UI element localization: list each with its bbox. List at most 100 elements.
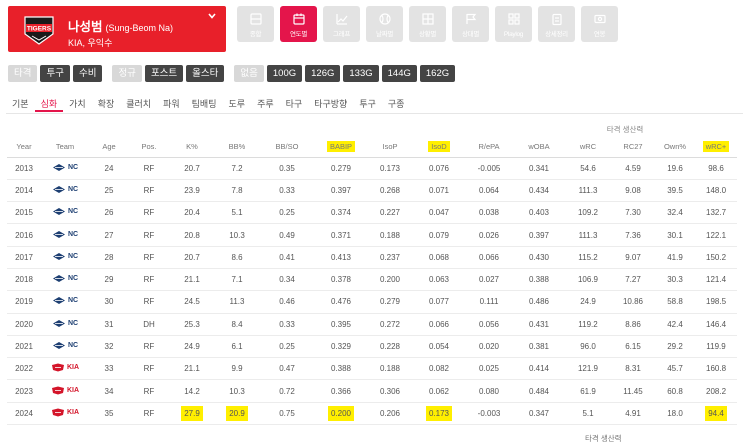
cell-rc27: 4.91 [611,402,655,426]
view-tab-7[interactable]: 상세정리 [538,6,575,42]
chevron-down-icon[interactable] [207,11,217,21]
table-row[interactable]: 2019 NC 30 RF 24.5 11.3 0.46 0.476 0.279 0.077 0.1… [7,290,738,314]
table-row[interactable]: 2016 NC 27 RF 20.8 10.3 0.49 0.371 0.188 0.079 0.0… [7,223,738,247]
table-row[interactable]: 2020 NC 31 DH 25.3 8.4 0.33 0.395 0.272 0.066 0.05… [7,313,738,336]
column-header-label: BABIP [326,141,356,153]
cell-pos: RF [129,223,169,247]
cell-value: 7.8 [231,185,243,195]
cell-wrcp: 98.6 [695,157,738,180]
subtab-9[interactable]: 타구 [280,97,309,112]
table-row[interactable]: 2021 NC 32 RF 24.9 6.1 0.25 0.329 0.228 0.054 0.02… [7,335,738,359]
cell-value: 0.47 [279,364,295,374]
column-header[interactable]: BB/SO [259,137,315,158]
filter-games-2[interactable]: 126G [305,65,341,82]
column-header[interactable]: K% [169,137,215,158]
subtab-12[interactable]: 구종 [382,97,411,112]
subtab-10[interactable]: 타구방향 [308,97,353,112]
chart-icon [335,14,347,25]
view-tab-0[interactable]: 종합 [237,6,274,42]
table-row[interactable]: 2024 KIA 35 RF 27.9 20.9 0.75 0.200 0.206 0.173 -0… [7,402,738,426]
cell-isop: 0.306 [367,379,413,403]
cell-age: 30 [89,290,129,314]
column-header[interactable]: wOBA [513,137,565,158]
subtab-6[interactable]: 팀배팅 [186,97,223,112]
cell-value: 0.378 [330,275,352,285]
cell-woba: 0.431 [513,313,565,336]
cell-k: 21.1 [169,357,215,381]
cell-bbso: 0.35 [259,157,315,180]
cell-isod: 0.173 [413,402,465,426]
column-header[interactable]: BABIP [315,137,367,158]
filter-games-3[interactable]: 133G [343,65,379,82]
cell-pos: RF [129,268,169,292]
column-header[interactable]: RC27 [611,137,655,158]
cell-wrc: 121.9 [565,357,611,381]
cell-wrc: 111.3 [565,223,611,247]
column-header[interactable]: wRC [565,137,611,158]
view-tab-4[interactable]: 상황별 [409,6,446,42]
cell-value: 0.082 [428,364,450,374]
column-header[interactable]: wRC+ [695,137,738,158]
subtab-2[interactable]: 가치 [63,97,92,112]
view-tab-1[interactable]: 연도별 [280,6,317,42]
clipboard-icon [551,13,562,26]
cell-value: -0.003 [477,408,501,418]
cell-pos: RF [129,357,169,381]
view-tab-5[interactable]: 상대별 [452,6,489,42]
subtab-8[interactable]: 주루 [251,97,280,112]
subtab-0[interactable]: 기본 [6,97,35,112]
table-row[interactable]: 2018 NC 29 RF 21.1 7.1 0.34 0.378 0.200 0.063 0.02… [7,268,738,292]
view-tab-2[interactable]: 그래프 [323,6,360,42]
cell-isod: 0.077 [413,290,465,314]
cell-isop: 0.279 [367,290,413,314]
view-tab-label: 상세정리 [545,31,568,38]
subtab-5[interactable]: 파워 [157,97,186,112]
column-header[interactable]: Team [41,137,89,158]
filter-role-0[interactable]: 타격 [8,65,38,82]
filter-season-0[interactable]: 정규 [112,65,142,82]
filter-games-1[interactable]: 100G [266,65,303,82]
subtab-1[interactable]: 심화 [34,97,64,112]
cell-k: 14.2 [169,379,215,403]
column-header[interactable]: Age [89,137,129,158]
column-header[interactable]: BB% [215,137,259,158]
filter-season-1[interactable]: 포스트 [144,65,184,82]
player-card[interactable]: TIGERS 나성범 (Sung-Beom Na) KIA, 우익수 [8,6,226,52]
filter-games-4[interactable]: 144G [381,65,417,82]
view-tab-8[interactable]: 연봉 [581,6,618,42]
subtab-divider [6,113,743,114]
grid-icon [421,13,434,25]
table-row[interactable]: 2013 NC 24 RF 20.7 7.2 0.35 0.279 0.173 0.076 -0.0… [7,157,738,180]
subtab-3[interactable]: 확장 [92,97,121,112]
cell-value: RF [143,230,155,240]
subtab-7[interactable]: 도루 [223,97,252,112]
view-tab-6[interactable]: Playlog [495,6,532,42]
filter-games-5[interactable]: 162G [419,65,456,82]
table-row[interactable]: 2017 NC 28 RF 20.7 8.6 0.41 0.413 0.237 0.068 0.06… [7,246,738,269]
column-header[interactable]: Own% [655,137,695,158]
table-row[interactable]: 2015 NC 26 RF 20.4 5.1 0.25 0.374 0.227 0.047 0.03… [7,201,738,225]
cell-value: 2022 [15,364,33,374]
subtab-11[interactable]: 투구 [353,97,382,112]
view-tab-3[interactable]: 날짜별 [366,6,403,42]
cell-woba: 0.434 [513,179,565,203]
column-header[interactable]: R/ePA [465,137,513,158]
table-row[interactable]: 2023 KIA 34 RF 14.2 10.3 0.72 0.366 0.306 0.062 0.… [7,379,738,403]
filter-games-0[interactable]: 없음 [234,65,264,82]
cell-value: 20.7 [184,252,200,262]
filter-role-2[interactable]: 수비 [72,65,103,82]
column-header[interactable]: Year [7,137,41,158]
subtab-4[interactable]: 클러치 [120,97,157,112]
cell-value: 0.430 [528,252,550,262]
table-row[interactable]: 2014 NC 25 RF 23.9 7.8 0.33 0.397 0.268 0.071 0.06… [7,179,738,203]
column-header[interactable]: IsoD [413,137,465,158]
cell-value: 160.8 [706,364,727,374]
column-header[interactable]: Pos. [129,137,169,158]
filter-season-2[interactable]: 올스타 [186,65,225,82]
cell-value: 24 [104,163,114,173]
cell-age: 31 [89,313,129,336]
cell-value: 35 [104,408,114,418]
filter-role-1[interactable]: 투구 [40,65,70,82]
column-header[interactable]: IsoP [367,137,413,158]
table-row[interactable]: 2022 KIA 33 RF 21.1 9.9 0.47 0.388 0.188 0.082 0.0… [7,357,738,381]
